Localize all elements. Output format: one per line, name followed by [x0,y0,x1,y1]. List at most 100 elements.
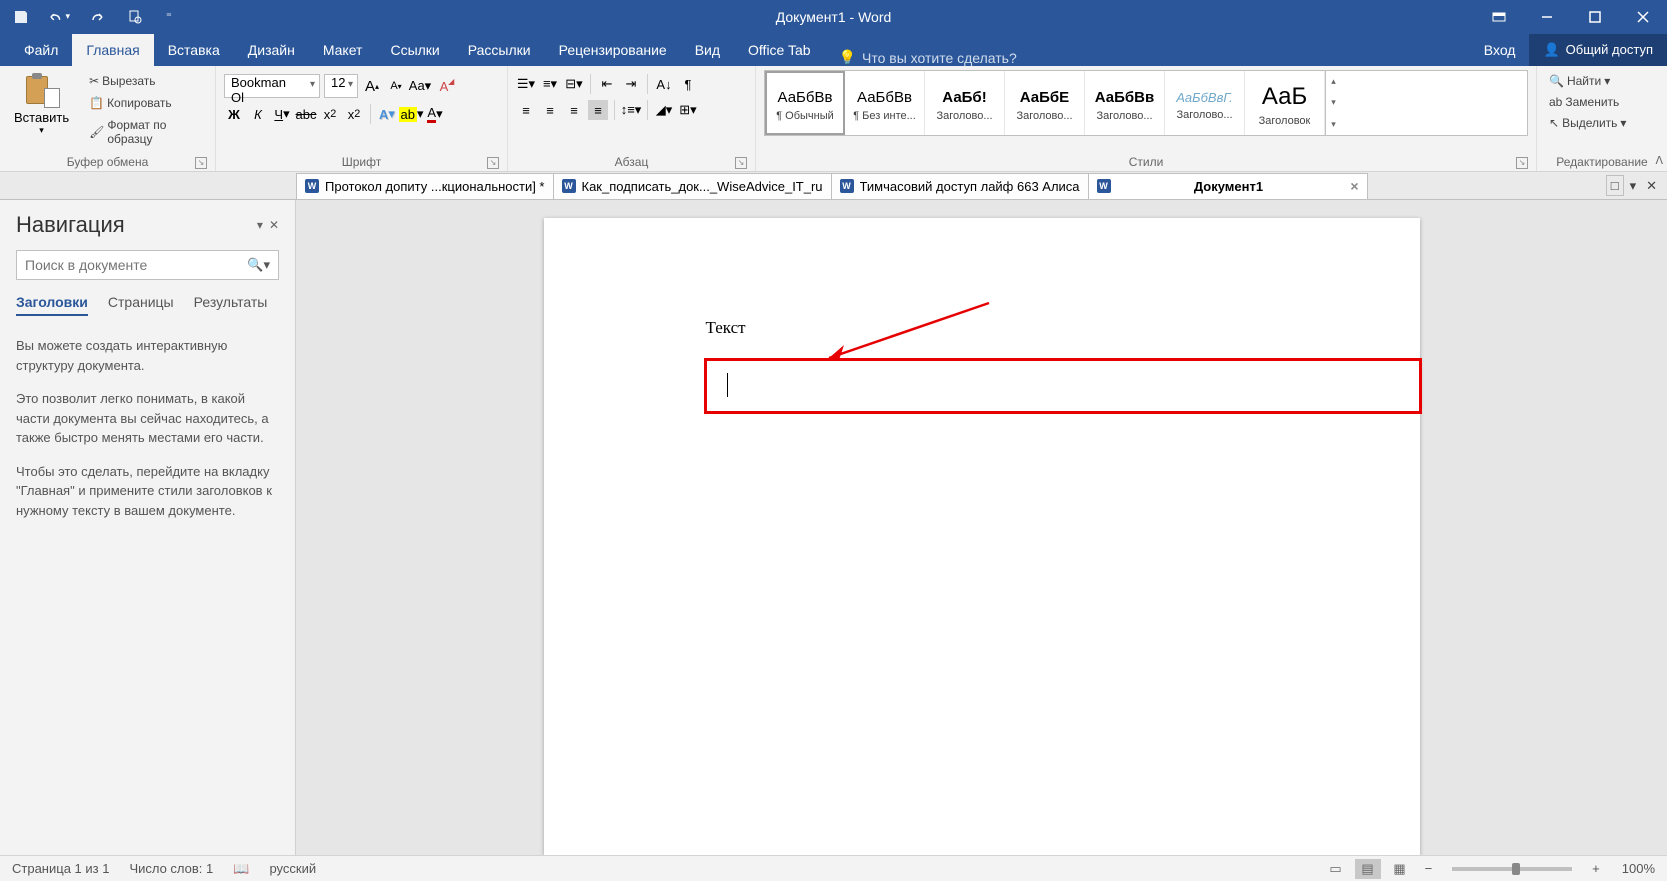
align-left-button[interactable]: ≡ [516,100,536,120]
font-name-select[interactable]: Bookman Ol [224,74,320,98]
multilevel-button[interactable]: ⊟▾ [564,74,584,94]
style-heading4[interactable]: АаБбВвГ.Заголово... [1165,71,1245,135]
sort-button[interactable]: A↓ [654,74,674,94]
cut-button[interactable]: ✂Вырезать [85,72,207,90]
shading-button[interactable]: ◢▾ [654,100,674,120]
align-center-button[interactable]: ≡ [540,100,560,120]
signin-button[interactable]: Вход [1470,34,1530,66]
print-preview-button[interactable] [124,6,146,28]
find-button[interactable]: 🔍Найти▾ [1545,72,1659,90]
tab-design[interactable]: Дизайн [234,34,309,66]
line-spacing-button[interactable]: ↕≡▾ [621,100,641,120]
word-count[interactable]: Число слов: 1 [129,861,213,876]
highlight-button[interactable]: ab▾ [401,104,421,124]
page-indicator[interactable]: Страница 1 из 1 [12,861,109,876]
collapse-ribbon-button[interactable]: ᐱ [1655,154,1663,167]
copy-button[interactable]: 📋Копировать [85,94,207,112]
text-effects-button[interactable]: A▾ [377,104,397,124]
styles-dialog-launcher[interactable]: ↘ [1516,157,1528,169]
language-indicator[interactable]: русский [269,861,316,876]
search-icon[interactable]: 🔍▾ [247,257,270,273]
zoom-level[interactable]: 100% [1622,861,1655,876]
tab-layout[interactable]: Макет [309,34,377,66]
doctab-1[interactable]: WПротокол допиту ...кциональности] * [296,173,554,199]
document-area[interactable]: Текст [296,200,1667,855]
align-right-button[interactable]: ≡ [564,100,584,120]
underline-button[interactable]: Ч▾ [272,104,292,124]
nav-tab-results[interactable]: Результаты [194,294,268,316]
tab-view[interactable]: Вид [681,34,734,66]
paragraph-dialog-launcher[interactable]: ↘ [735,157,747,169]
clear-format-button[interactable]: A◢ [434,76,454,96]
replace-button[interactable]: abЗаменить [1545,93,1659,111]
strike-button[interactable]: abc [296,104,316,124]
show-marks-button[interactable]: ¶ [678,74,698,94]
select-button[interactable]: ↖Выделить▾ [1545,114,1659,132]
clipboard-dialog-launcher[interactable]: ↘ [195,157,207,169]
spellcheck-icon[interactable]: 📖 [233,861,249,877]
redo-button[interactable] [86,6,108,28]
superscript-button[interactable]: x2 [344,104,364,124]
shrink-font-button[interactable]: A▾ [386,76,406,96]
tab-insert[interactable]: Вставка [154,34,234,66]
nav-tab-headings[interactable]: Заголовки [16,294,88,316]
tab-references[interactable]: Ссылки [376,34,453,66]
tab-officetab[interactable]: Office Tab [734,34,825,66]
indent-decrease-button[interactable]: ⇤ [597,74,617,94]
doctab-3[interactable]: WТимчасовий доступ лайф 663 Алиса [831,173,1089,199]
tab-menu-button[interactable]: ▾ [1626,176,1641,196]
view-web-button[interactable]: ▦ [1387,859,1413,879]
tab-mailings[interactable]: Рассылки [454,34,545,66]
style-heading2[interactable]: АаБбЕЗаголово... [1005,71,1085,135]
bold-button[interactable]: Ж [224,104,244,124]
bullets-button[interactable]: ☰▾ [516,74,536,94]
close-tab-icon[interactable]: × [1350,178,1358,194]
close-button[interactable] [1619,0,1667,33]
nav-tab-pages[interactable]: Страницы [108,294,174,316]
tell-me-search[interactable]: 💡 Что вы хотите сделать? [825,49,1017,66]
style-nospacing[interactable]: АаБбВв¶ Без инте... [845,71,925,135]
zoom-slider[interactable] [1452,867,1572,871]
italic-button[interactable]: К [248,104,268,124]
format-painter-button[interactable]: 🖌Формат по образцу [85,116,207,148]
nav-search-box[interactable]: 🔍▾ [16,250,279,280]
style-normal[interactable]: АаБбВв¶ Обычный [765,71,845,135]
nav-dropdown-button[interactable]: ▾ [257,218,263,232]
tab-home[interactable]: Главная [72,34,153,66]
zoom-out-button[interactable]: − [1419,861,1439,876]
borders-button[interactable]: ⊞▾ [678,100,698,120]
font-size-select[interactable]: 12 [324,74,358,98]
indent-increase-button[interactable]: ⇥ [621,74,641,94]
view-read-button[interactable]: ▭ [1323,859,1349,879]
qat-customize[interactable]: ⁼ [166,10,172,23]
style-heading3[interactable]: АаБбВвЗаголово... [1085,71,1165,135]
zoom-in-button[interactable]: + [1586,861,1606,876]
style-title[interactable]: АаБЗаголовок [1245,71,1325,135]
doctab-2[interactable]: WКак_подписать_док..._WiseAdvice_IT_ru [553,173,832,199]
font-color-button[interactable]: A▾ [425,104,445,124]
share-button[interactable]: 👤 Общий доступ [1529,34,1667,66]
new-tab-button[interactable]: □ [1606,175,1624,196]
maximize-button[interactable] [1571,0,1619,33]
save-button[interactable] [10,6,32,28]
tab-close-all-button[interactable]: ✕ [1642,176,1661,196]
document-page[interactable]: Текст [544,218,1420,855]
grow-font-button[interactable]: A▴ [362,76,382,96]
subscript-button[interactable]: x2 [320,104,340,124]
nav-close-button[interactable]: ✕ [269,218,279,232]
doctab-4[interactable]: WДокумент1× [1088,173,1368,199]
nav-search-input[interactable] [25,257,247,273]
paste-button[interactable]: Вставить ▾ [8,70,75,140]
undo-button[interactable]: ▾ [48,6,70,28]
style-heading1[interactable]: АаБб!Заголово... [925,71,1005,135]
view-print-button[interactable]: ▤ [1355,859,1381,879]
change-case-button[interactable]: Aa▾ [410,76,430,96]
numbering-button[interactable]: ≡▾ [540,74,560,94]
ribbon-display-button[interactable] [1475,0,1523,33]
minimize-button[interactable] [1523,0,1571,33]
styles-gallery-more[interactable]: ▴▾▾ [1325,71,1341,135]
tab-file[interactable]: Файл [10,34,72,66]
tab-review[interactable]: Рецензирование [545,34,681,66]
align-justify-button[interactable]: ≡ [588,100,608,120]
font-dialog-launcher[interactable]: ↘ [487,157,499,169]
